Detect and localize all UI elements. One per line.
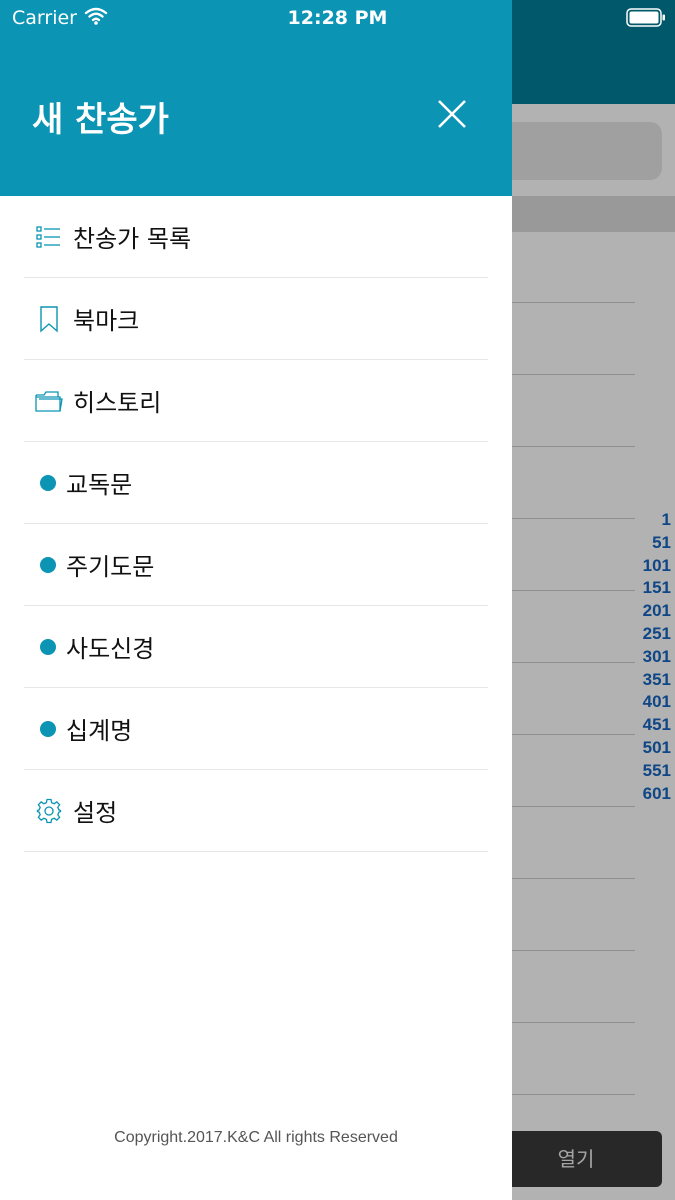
menu-item-history[interactable]: 히스토리: [24, 360, 488, 442]
menu-item-label: 북마크: [73, 307, 140, 335]
menu-item-settings[interactable]: 설정: [24, 770, 488, 852]
menu-item-responsive-reading[interactable]: 교독문: [24, 442, 488, 524]
copyright-text: Copyright.2017.K&C All rights Reserved: [114, 1129, 398, 1146]
close-button[interactable]: [430, 92, 474, 136]
menu-item-bookmark[interactable]: 북마크: [24, 278, 488, 360]
menu-item-hymn-list[interactable]: 찬송가 목록: [24, 196, 488, 278]
bullet-dot-icon: [40, 556, 56, 573]
menu-item-label: 설정: [73, 799, 118, 827]
menu-item-label: 사도신경: [66, 635, 155, 663]
bullet-dot-icon: [40, 720, 56, 737]
bookmark-icon: [35, 305, 63, 333]
menu-item-ten-commandments[interactable]: 십계명: [24, 688, 488, 770]
drawer-title: 새 찬송가: [32, 100, 169, 140]
battery-icon: [626, 8, 666, 32]
side-drawer: 새 찬송가 찬송가 목록 북마크 히스토리 교독문 주기도문 사도신경 십계명 …: [0, 0, 512, 1200]
bullet-dot-icon: [40, 474, 56, 491]
menu-item-apostles-creed[interactable]: 사도신경: [24, 606, 488, 688]
bullet-dot-icon: [40, 638, 56, 655]
menu-item-label: 찬송가 목록: [73, 225, 192, 253]
menu-item-label: 주기도문: [66, 553, 155, 581]
list-icon: [35, 223, 63, 251]
folder-icon: [35, 387, 63, 415]
menu-item-label: 십계명: [66, 717, 133, 745]
drawer-menu: 찬송가 목록 북마크 히스토리 교독문 주기도문 사도신경 십계명 설정: [24, 196, 488, 852]
status-bar: Carrier 12:28 PM: [0, 0, 675, 34]
menu-item-label: 교독문: [66, 471, 133, 499]
status-time: 12:28 PM: [287, 7, 388, 29]
menu-item-lords-prayer[interactable]: 주기도문: [24, 524, 488, 606]
menu-item-label: 히스토리: [73, 389, 162, 417]
gear-icon: [35, 797, 63, 825]
close-icon: [438, 100, 466, 128]
